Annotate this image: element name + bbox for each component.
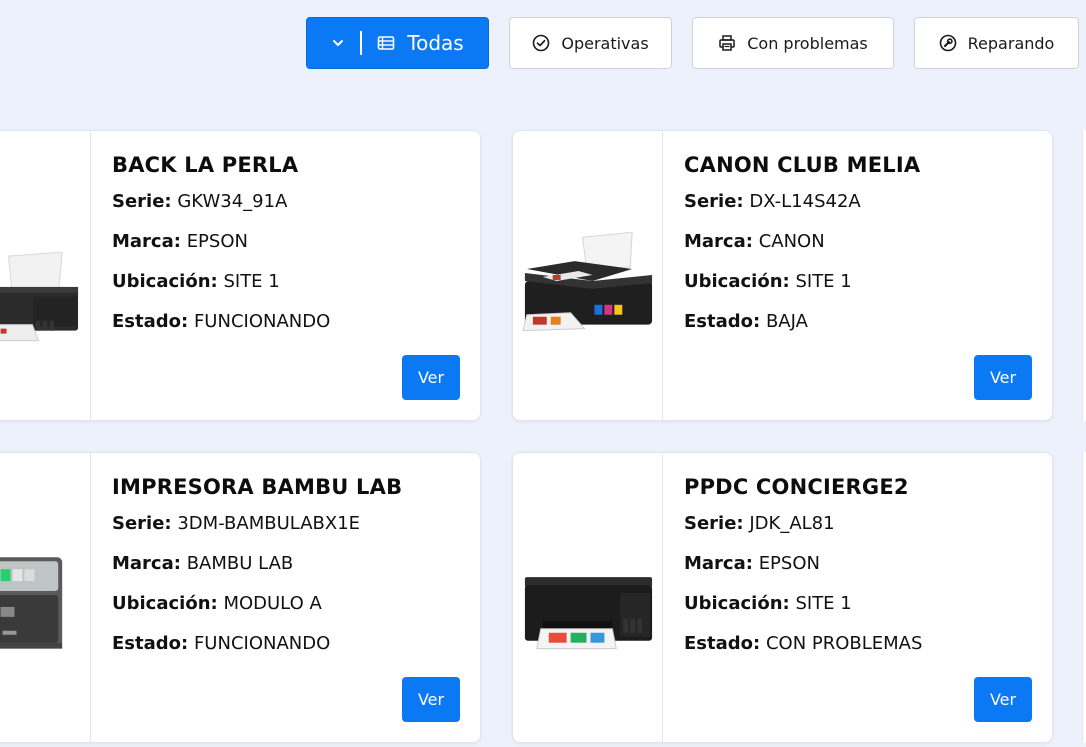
estado-label: Estado: (684, 633, 761, 654)
printer-card: CANON CLUB MELIA Serie: DX-L14S42A Marca… (512, 130, 1053, 421)
next-card-edge (1082, 130, 1086, 421)
marca-label: Marca: (112, 231, 181, 252)
ubicacion-label: Ubicación: (112, 271, 218, 292)
serie-row: Serie: JDK_AL81 (684, 512, 1032, 552)
marca-value: CANON (758, 231, 825, 252)
ver-button[interactable]: Ver (974, 677, 1032, 722)
next-card-edge (1082, 452, 1086, 743)
serie-label: Serie: (684, 513, 744, 534)
marca-row: Marca: CANON (684, 230, 1032, 270)
filter-todas-button[interactable]: Todas (306, 17, 489, 69)
ver-button[interactable]: Ver (402, 355, 460, 400)
ubicacion-value: MODULO A (223, 593, 322, 614)
marca-row: Marca: EPSON (112, 230, 460, 270)
ubicacion-row: Ubicación: MODULO A (112, 592, 460, 632)
printer-image (0, 131, 91, 420)
printer-card: PPDC CONCIERGE2 Serie: JDK_AL81 Marca: E… (512, 452, 1053, 743)
ubicacion-label: Ubicación: (112, 593, 218, 614)
serie-value: DX-L14S42A (749, 191, 861, 212)
estado-row: Estado: FUNCIONANDO (112, 310, 460, 350)
card-title: CANON CLUB MELIA (684, 153, 921, 177)
card-title: PPDC CONCIERGE2 (684, 475, 909, 499)
ubicacion-value: SITE 1 (795, 593, 852, 614)
marca-row: Marca: EPSON (684, 552, 1032, 592)
ubicacion-value: SITE 1 (795, 271, 852, 292)
card-title: BACK LA PERLA (112, 153, 299, 177)
marca-label: Marca: (112, 553, 181, 574)
filter-reparando-label: Reparando (967, 33, 1055, 53)
serie-value: JDK_AL81 (749, 513, 835, 534)
marca-value: EPSON (186, 231, 248, 252)
printer-image (513, 131, 663, 420)
ubicacion-row: Ubicación: SITE 1 (684, 270, 1032, 310)
estado-value: CON PROBLEMAS (765, 633, 923, 654)
marca-value: EPSON (758, 553, 820, 574)
estado-value: FUNCIONANDO (193, 311, 331, 332)
ubicacion-value: SITE 1 (223, 271, 280, 292)
printer-card: BACK LA PERLA Serie: GKW34_91A Marca: EP… (0, 130, 481, 421)
filter-todas-label: Todas (407, 31, 464, 55)
estado-row: Estado: BAJA (684, 310, 1032, 350)
divider (360, 31, 363, 55)
printer-dashboard: Todas Operativas Con problemas Reparando (0, 0, 1086, 747)
serie-value: GKW34_91A (177, 191, 288, 212)
printer-card: IMPRESORA BAMBU LAB Serie: 3DM-BAMBULABX… (0, 452, 481, 743)
serie-label: Serie: (112, 191, 172, 212)
serie-value: 3DM-BAMBULABX1E (177, 513, 361, 534)
serie-row: Serie: GKW34_91A (112, 190, 460, 230)
chevron-down-icon[interactable] (331, 36, 345, 50)
printer-icon (718, 34, 736, 52)
estado-row: Estado: FUNCIONANDO (112, 632, 460, 672)
estado-label: Estado: (112, 633, 189, 654)
ubicacion-row: Ubicación: SITE 1 (112, 270, 460, 310)
ubicacion-row: Ubicación: SITE 1 (684, 592, 1032, 632)
ver-button[interactable]: Ver (402, 677, 460, 722)
check-circle-icon (532, 34, 550, 52)
serie-row: Serie: 3DM-BAMBULABX1E (112, 512, 460, 552)
estado-value: FUNCIONANDO (193, 633, 331, 654)
filter-con-problemas-label: Con problemas (747, 33, 868, 53)
serie-label: Serie: (112, 513, 172, 534)
ubicacion-label: Ubicación: (684, 593, 790, 614)
ver-button[interactable]: Ver (974, 355, 1032, 400)
estado-value: BAJA (765, 311, 808, 332)
ubicacion-label: Ubicación: (684, 271, 790, 292)
serie-row: Serie: DX-L14S42A (684, 190, 1032, 230)
serie-label: Serie: (684, 191, 744, 212)
filter-operativas-button[interactable]: Operativas (509, 17, 672, 69)
list-icon (377, 34, 395, 52)
marca-label: Marca: (684, 553, 753, 574)
card-title: IMPRESORA BAMBU LAB (112, 475, 403, 499)
estado-row: Estado: CON PROBLEMAS (684, 632, 1032, 672)
filter-operativas-label: Operativas (561, 33, 649, 53)
wrench-icon (939, 34, 957, 52)
marca-value: BAMBU LAB (186, 553, 294, 574)
filter-reparando-button[interactable]: Reparando (914, 17, 1079, 69)
estado-label: Estado: (112, 311, 189, 332)
marca-label: Marca: (684, 231, 753, 252)
printer-image (513, 453, 663, 742)
estado-label: Estado: (684, 311, 761, 332)
printer-image (0, 453, 91, 742)
marca-row: Marca: BAMBU LAB (112, 552, 460, 592)
filter-con-problemas-button[interactable]: Con problemas (692, 17, 894, 69)
